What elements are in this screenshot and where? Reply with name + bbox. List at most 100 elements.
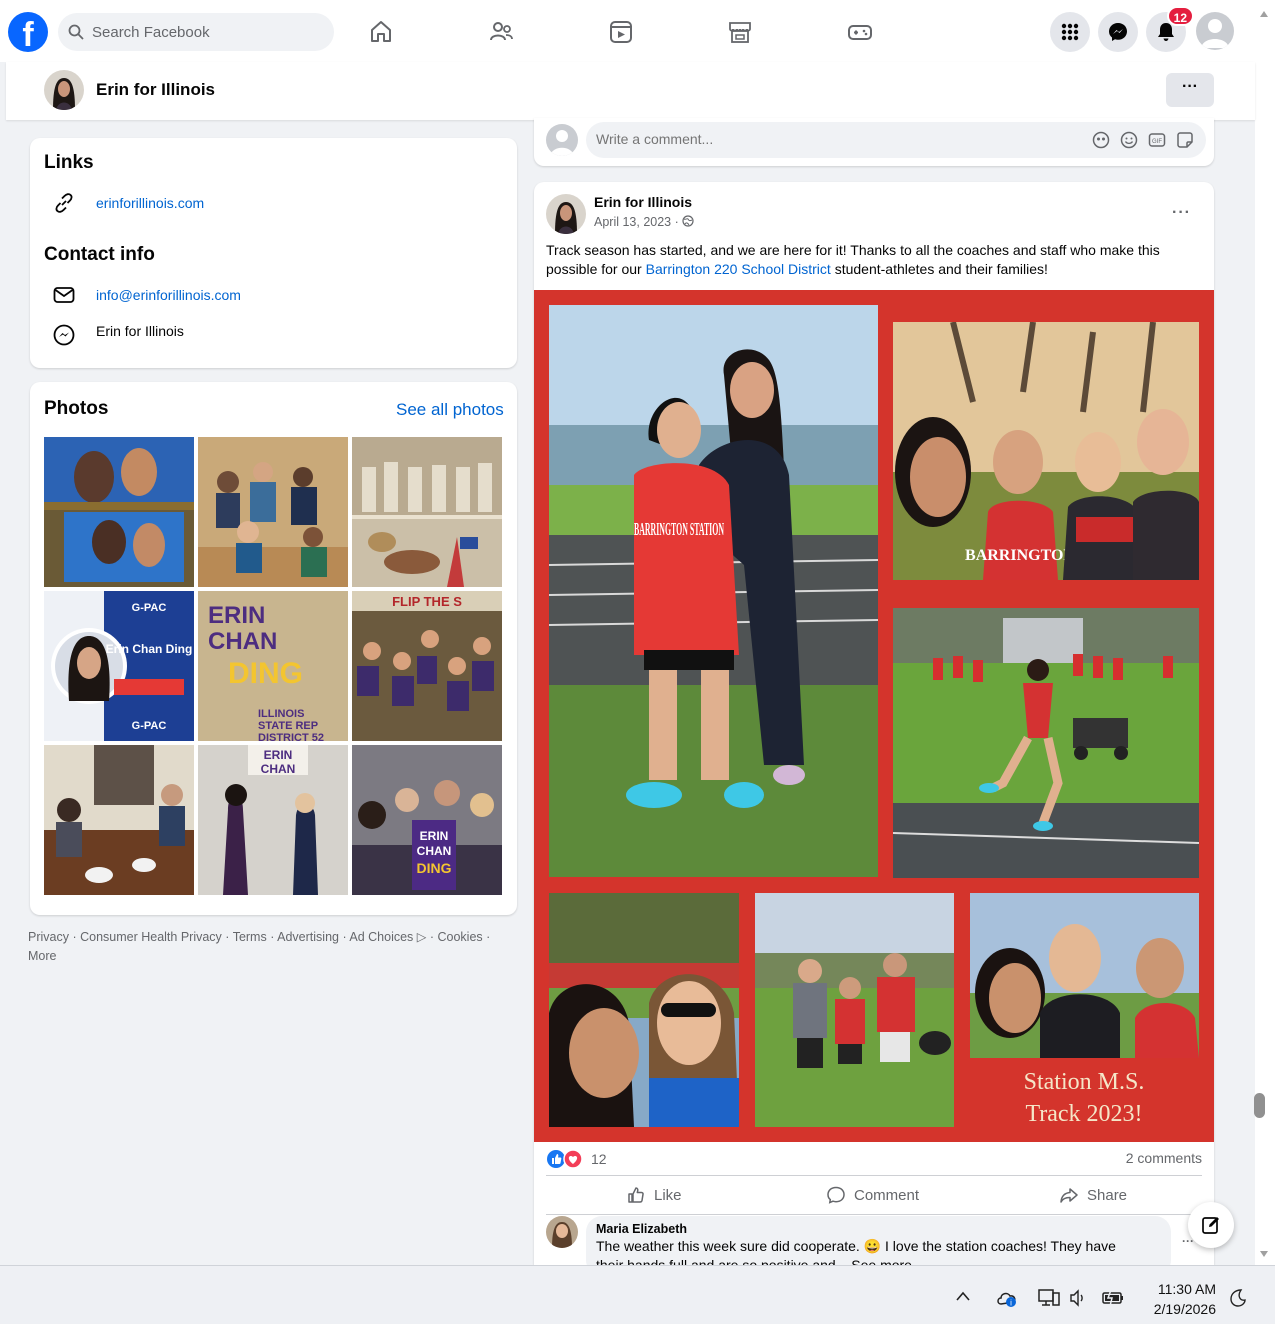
divider: [546, 1175, 1202, 1176]
notifications-button[interactable]: 12: [1146, 6, 1194, 52]
emoji-icon[interactable]: [1120, 131, 1138, 149]
post-date[interactable]: April 13, 2023 ·: [594, 215, 682, 229]
post-author-avatar[interactable]: [546, 194, 586, 234]
gif-icon[interactable]: GIF: [1148, 131, 1166, 149]
gpac-name-text: Erin Chan Ding: [106, 642, 193, 656]
battery-icon[interactable]: [1101, 1288, 1125, 1308]
top-navbar: f 12: [0, 0, 1255, 62]
reaction-summary[interactable]: 12: [546, 1149, 607, 1169]
comment-text-continued: their hands full and are so positive and…: [596, 1257, 912, 1265]
reaction-count[interactable]: 12: [591, 1151, 607, 1167]
comment-input[interactable]: [596, 131, 996, 147]
friends-icon[interactable]: [479, 14, 523, 50]
page-avatar[interactable]: [44, 70, 84, 110]
svg-text:BARRINGTON: BARRINGTON: [965, 547, 1075, 564]
more-options-button[interactable]: ···: [1166, 73, 1214, 107]
globe-icon: [682, 215, 694, 227]
collage-photo-coaches: [755, 893, 954, 1127]
search-bar[interactable]: [58, 13, 334, 51]
like-icon: [628, 1187, 644, 1203]
avatar-sticker-icon[interactable]: [1092, 131, 1110, 149]
photo-thumbnail[interactable]: [198, 437, 348, 587]
comment-label: Comment: [854, 1186, 920, 1204]
marketplace-icon[interactable]: [718, 14, 762, 50]
new-message-button[interactable]: [1188, 1202, 1234, 1248]
focus-moon-icon[interactable]: [1228, 1288, 1248, 1308]
notification-badge: 12: [1166, 6, 1194, 26]
website-link[interactable]: erinforillinois.com: [96, 195, 204, 211]
comments-count-link[interactable]: 2 comments: [1126, 1150, 1202, 1166]
jersey-text: BARRINGTON STATION: [634, 519, 724, 539]
footer-line-1[interactable]: Privacy · Consumer Health Privacy · Term…: [28, 928, 518, 947]
like-button[interactable]: Like: [626, 1178, 682, 1212]
share-button[interactable]: Share: [1059, 1178, 1127, 1212]
footer-links[interactable]: Privacy · Consumer Health Privacy · Term…: [28, 928, 518, 966]
search-input[interactable]: [92, 23, 312, 41]
messenger-contact[interactable]: Erin for Illinois: [96, 323, 184, 339]
svg-text:DING: DING: [417, 860, 452, 876]
footer-more-link[interactable]: More: [28, 947, 518, 966]
collage-photo-selfie: [549, 893, 739, 1127]
scrollbar-track[interactable]: [1255, 0, 1275, 1265]
post-text-part: student-athletes and their families!: [830, 261, 1048, 277]
scroll-down-icon[interactable]: [1259, 1250, 1269, 1258]
windows-taskbar: i 11:30 AM 2/19/2026: [0, 1265, 1275, 1324]
post-photo-collage[interactable]: BARRINGTON STATION BARRINGTON Station M.…: [534, 290, 1214, 1142]
photo-thumbnail[interactable]: ERIN CHAN DING: [352, 745, 502, 895]
sign-sub2-text: STATE REP: [258, 720, 318, 732]
scroll-up-icon[interactable]: [1259, 10, 1269, 18]
system-clock[interactable]: 11:30 AM 2/19/2026: [1140, 1279, 1216, 1319]
cloud-icon[interactable]: i: [995, 1288, 1019, 1308]
svg-text:GIF: GIF: [1152, 139, 1162, 145]
home-icon[interactable]: [359, 14, 403, 50]
user-avatar[interactable]: [546, 124, 578, 156]
scrollbar-thumb[interactable]: [1254, 1093, 1265, 1118]
comment-icon: [827, 1186, 845, 1204]
messenger-icon[interactable]: [1098, 12, 1138, 52]
post-options-icon[interactable]: ···: [1172, 204, 1191, 222]
network-icon[interactable]: [1037, 1288, 1061, 1308]
video-icon[interactable]: [599, 14, 643, 50]
comment-author[interactable]: Maria Elizabeth: [596, 1222, 687, 1236]
photo-thumbnail[interactable]: [44, 437, 194, 587]
contact-info-heading: Contact info: [44, 244, 155, 265]
comment-button[interactable]: Comment: [826, 1178, 919, 1212]
photo-thumbnail[interactable]: [352, 437, 502, 587]
flip-text: FLIP THE S: [392, 594, 462, 609]
gaming-icon[interactable]: [838, 14, 882, 50]
share-label: Share: [1087, 1186, 1128, 1204]
comment-text: The weather this week sure did cooperate…: [596, 1238, 1116, 1254]
photo-thumbnail[interactable]: FLIP THE S: [352, 591, 502, 741]
messenger-small-icon: [53, 324, 75, 346]
photos-heading: Photos: [44, 398, 109, 419]
photo-thumbnail[interactable]: ERIN CHAN DING ILLINOIS STATE REP DISTRICT 52: [198, 591, 348, 741]
sticker-icon[interactable]: [1176, 131, 1194, 149]
email-link[interactable]: info@erinforillinois.com: [96, 287, 241, 303]
sign-sub1-text: ILLINOIS: [258, 708, 304, 720]
page-name[interactable]: Erin for Illinois: [96, 80, 215, 100]
post-author-name[interactable]: Erin for Illinois: [594, 194, 692, 210]
page-header: Erin for Illinois ···: [6, 62, 1255, 120]
clock-time: 11:30 AM: [1157, 1281, 1216, 1297]
account-icon[interactable]: [1196, 12, 1234, 50]
photo-thumbnail[interactable]: [44, 745, 194, 895]
photo-thumbnail[interactable]: ERIN CHAN: [198, 745, 348, 895]
sign-line1-text: ERIN: [208, 602, 265, 629]
clock-date: 2/19/2026: [1153, 1301, 1216, 1317]
photo-thumbnail[interactable]: G-PAC Erin Chan Ding G-PAC: [44, 591, 194, 741]
link-icon: [55, 193, 73, 213]
gpac-bottom-text: G-PAC: [132, 720, 167, 732]
volume-icon[interactable]: [1068, 1288, 1088, 1308]
collage-caption-line1: Station M.S.: [1024, 1069, 1145, 1095]
photos-grid: G-PAC Erin Chan Ding G-PAC ERIN CHAN DING ILL…: [44, 437, 502, 897]
like-label: Like: [654, 1186, 682, 1204]
chevron-up-icon[interactable]: [955, 1290, 971, 1302]
comment-input-wrap[interactable]: GIF: [586, 122, 1206, 158]
commenter-avatar[interactable]: [546, 1216, 578, 1248]
facebook-logo-icon[interactable]: f: [8, 12, 48, 52]
school-district-link[interactable]: Barrington 220 School District: [646, 261, 831, 277]
see-all-photos-link[interactable]: See all photos: [396, 400, 504, 420]
menu-grid-icon[interactable]: [1050, 12, 1090, 52]
svg-text:i: i: [1010, 1299, 1012, 1308]
collage-caption-line2: Track 2023!: [1025, 1101, 1142, 1127]
